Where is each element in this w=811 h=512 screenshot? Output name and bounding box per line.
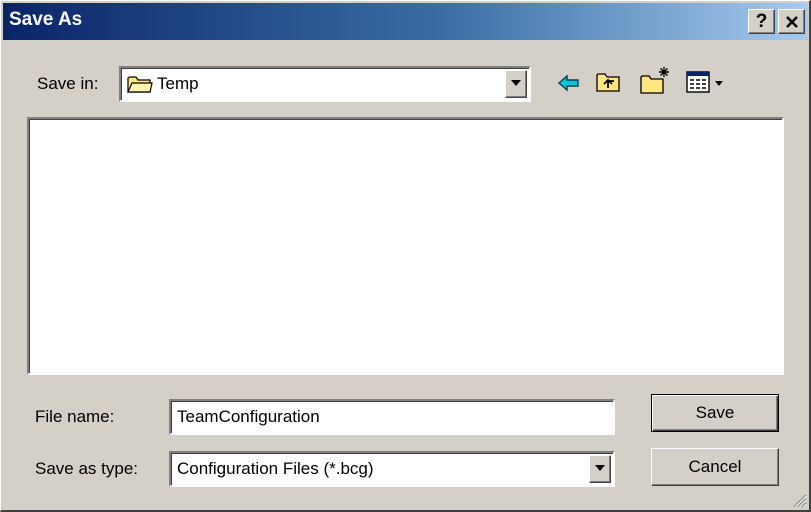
title-bar[interactable]: Save As ?: [3, 3, 808, 40]
save-in-label: Save in:: [37, 74, 99, 93]
help-icon: ?: [755, 11, 768, 32]
new-folder-icon[interactable]: [639, 65, 671, 97]
save-in-combo[interactable]: Temp: [119, 66, 531, 102]
file-list[interactable]: [27, 117, 784, 375]
cancel-button[interactable]: Cancel: [651, 448, 779, 486]
view-menu-icon[interactable]: [685, 69, 731, 95]
folder-icon: [127, 76, 153, 93]
file-name-value: TeamConfiguration: [177, 407, 320, 426]
save-as-type-label: Save as type:: [35, 459, 139, 478]
save-as-dialog: Save As ? Save in: Temp File name: TeamC…: [0, 0, 811, 512]
close-icon: [785, 16, 798, 28]
file-name-label: File name:: [35, 407, 115, 426]
file-name-field[interactable]: TeamConfiguration: [169, 399, 615, 435]
close-button[interactable]: [778, 9, 805, 34]
up-folder-icon[interactable]: [595, 69, 621, 95]
save-as-type-value: Configuration Files (*.bcg): [177, 459, 374, 478]
save-in-value: Temp: [157, 74, 199, 93]
back-arrow-icon[interactable]: [556, 70, 582, 96]
save-as-type-dropdown-button[interactable]: [589, 455, 611, 483]
save-button[interactable]: Save: [651, 394, 779, 432]
resize-grip-icon[interactable]: [791, 492, 807, 508]
help-button[interactable]: ?: [748, 9, 775, 34]
window-title: Save As: [9, 9, 83, 30]
save-in-dropdown-button[interactable]: [505, 70, 527, 98]
save-as-type-combo[interactable]: Configuration Files (*.bcg): [169, 451, 615, 487]
